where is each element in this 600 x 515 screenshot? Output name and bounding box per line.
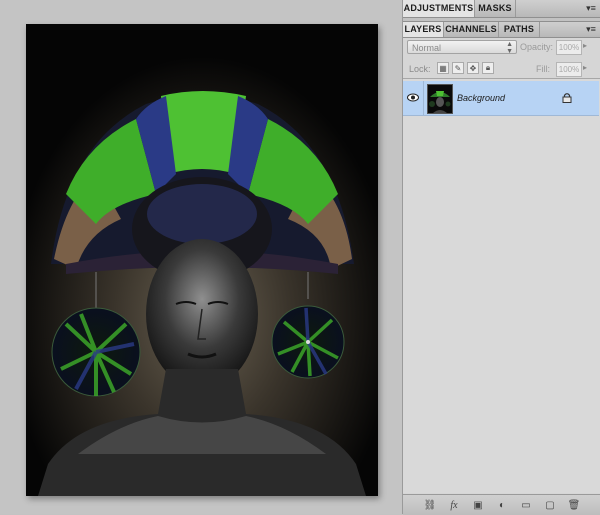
trash-icon[interactable]: 🗑 xyxy=(567,499,581,511)
tab-layers[interactable]: LAYERS xyxy=(403,22,444,37)
select-arrows-icon: ▲ ▼ xyxy=(506,41,513,55)
panels-column: ADJUSTMENTS MASKS ▾≡ LAYERS CHANNELS PAT… xyxy=(402,0,600,515)
panel-menu-icon[interactable]: ▾≡ xyxy=(585,24,597,34)
tab-paths[interactable]: PATHS xyxy=(499,22,540,37)
panel-menu-icon[interactable]: ▾≡ xyxy=(585,3,597,13)
blend-row: Normal ▲ ▼ Opacity: 100% ▸ xyxy=(403,38,600,58)
layer-thumbnail[interactable] xyxy=(427,84,453,114)
new-layer-icon[interactable]: ▢ xyxy=(543,499,557,511)
tab-adjustments[interactable]: ADJUSTMENTS xyxy=(403,0,475,17)
lock-all-icon[interactable]: 🔒︎ xyxy=(482,62,494,74)
thumbnail-image xyxy=(428,85,452,113)
blend-mode-value: Normal xyxy=(412,43,442,53)
portrait-illustration xyxy=(26,24,378,496)
layers-tabbar: LAYERS CHANNELS PATHS ▾≡ xyxy=(403,22,600,38)
chevron-right-icon[interactable]: ▸ xyxy=(583,41,587,50)
artwork-image[interactable] xyxy=(26,24,378,496)
earring-left xyxy=(51,307,141,397)
mask-icon[interactable]: ▣ xyxy=(471,499,485,511)
blend-mode-select[interactable]: Normal ▲ ▼ xyxy=(407,40,517,55)
tab-channels[interactable]: CHANNELS xyxy=(444,22,499,37)
opacity-label: Opacity: xyxy=(520,42,554,52)
lock-position-icon[interactable]: ✥ xyxy=(467,62,479,74)
visibility-toggle[interactable] xyxy=(403,81,424,115)
eye-icon xyxy=(407,93,419,102)
lock-image-pixels-icon[interactable]: ✎ xyxy=(452,62,464,74)
fill-label: Fill: xyxy=(536,64,550,74)
fill-input[interactable]: 100% xyxy=(556,62,582,77)
document-canvas[interactable] xyxy=(0,0,402,514)
layers-footer: ⛓ fx ▣ ◐ ▭ ▢ 🗑 xyxy=(403,494,600,515)
group-folder-icon[interactable]: ▭ xyxy=(519,499,533,511)
layers-list[interactable]: Background xyxy=(403,79,600,493)
fx-icon[interactable]: fx xyxy=(447,499,461,511)
lock-transparent-pixels-icon[interactable]: ▦ xyxy=(437,62,449,74)
lock-icon xyxy=(562,93,572,103)
tab-masks[interactable]: MASKS xyxy=(475,0,516,17)
layer-row-background[interactable]: Background xyxy=(403,81,599,116)
lock-label: Lock: xyxy=(409,64,431,74)
chevron-right-icon[interactable]: ▸ xyxy=(583,63,587,72)
layer-name[interactable]: Background xyxy=(457,93,505,103)
adjustments-tabbar: ADJUSTMENTS MASKS ▾≡ xyxy=(403,0,600,18)
earring-right xyxy=(271,305,345,379)
lock-row: Lock: ▦ ✎ ✥ 🔒︎ Fill: 100% ▸ xyxy=(403,60,600,79)
opacity-input[interactable]: 100% xyxy=(556,40,582,55)
adjustment-layer-icon[interactable]: ◐ xyxy=(495,499,509,511)
link-icon[interactable]: ⛓ xyxy=(423,499,437,511)
